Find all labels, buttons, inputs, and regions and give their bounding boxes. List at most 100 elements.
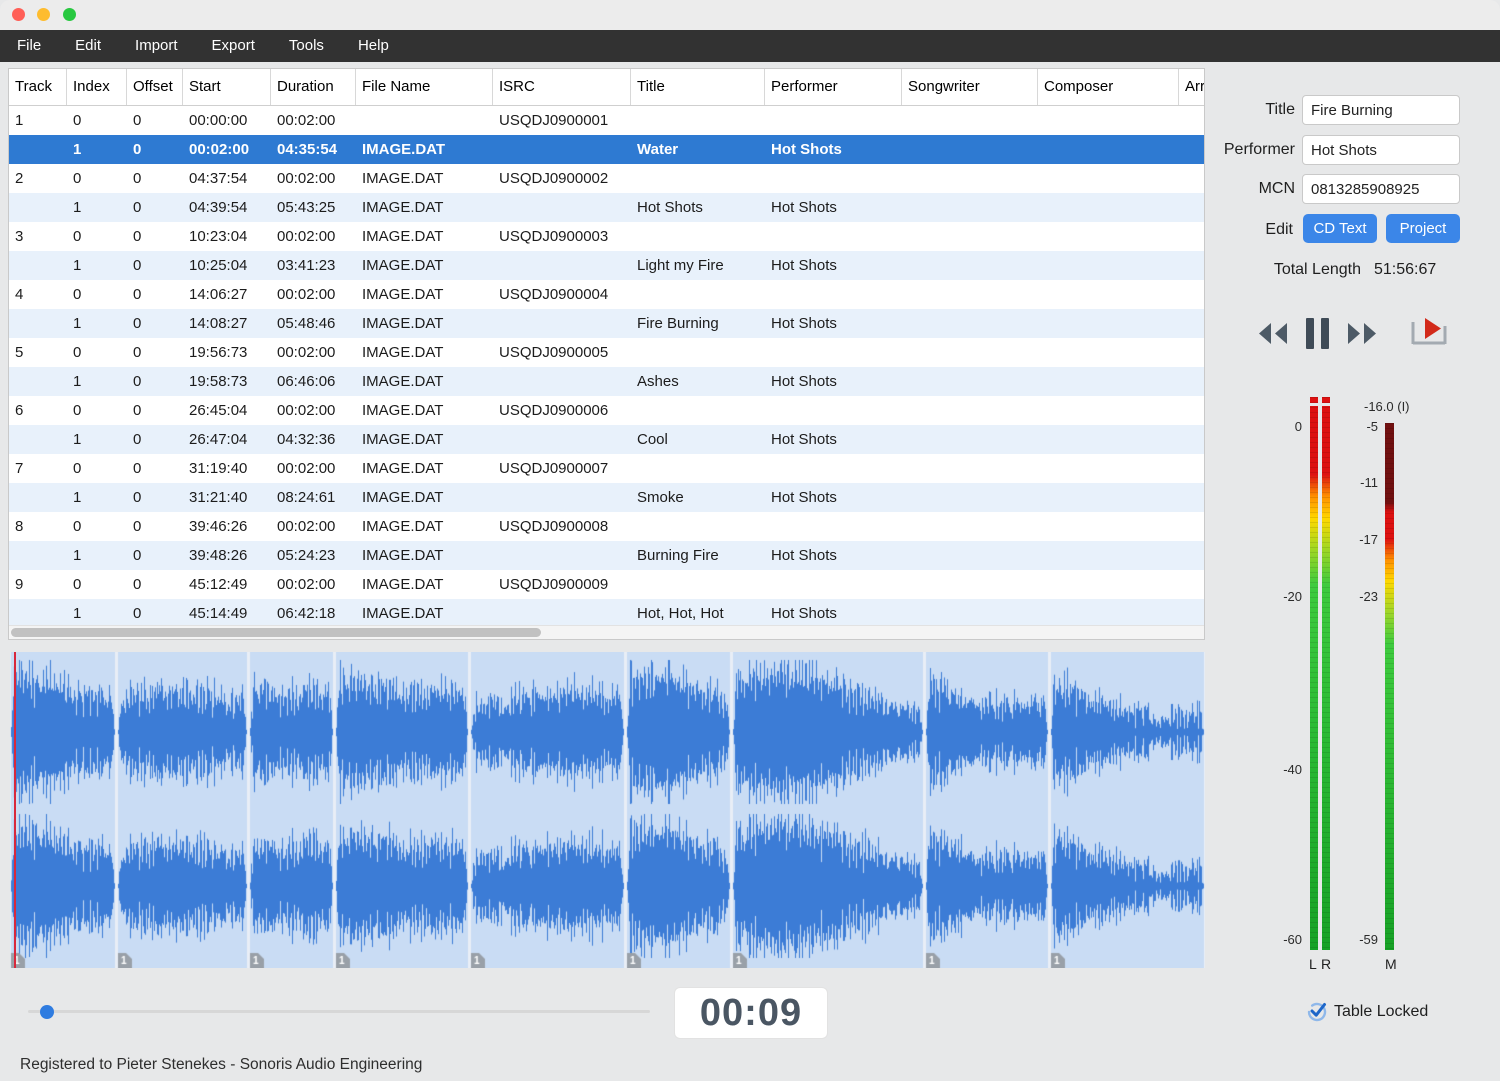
cell-arr xyxy=(1179,280,1205,309)
cd-text-button[interactable]: CD Text xyxy=(1303,214,1377,243)
cell-index: 0 xyxy=(67,164,127,193)
menu-export[interactable]: Export xyxy=(195,30,272,62)
cell-file_name: IMAGE.DAT xyxy=(356,338,493,367)
table-row[interactable]: 1039:48:2605:24:23IMAGE.DATBurning FireH… xyxy=(9,541,1204,570)
cell-file_name: IMAGE.DAT xyxy=(356,193,493,222)
cell-isrc xyxy=(493,135,631,164)
close-button[interactable] xyxy=(12,8,25,21)
minimize-button[interactable] xyxy=(37,8,50,21)
cell-title xyxy=(631,512,765,541)
cell-composer xyxy=(1038,251,1179,280)
cell-duration: 00:02:00 xyxy=(271,106,356,135)
mcn-input[interactable] xyxy=(1302,174,1460,204)
cell-track xyxy=(9,367,67,396)
pause-button[interactable] xyxy=(1306,318,1330,349)
waveform-display[interactable] xyxy=(10,652,1205,968)
table-row[interactable]: 1000:02:0004:35:54IMAGE.DATWaterHot Shot… xyxy=(9,135,1204,164)
performer-input[interactable] xyxy=(1302,135,1460,165)
fast-forward-button[interactable] xyxy=(1347,321,1378,346)
cell-offset: 0 xyxy=(127,251,183,280)
position-slider-thumb[interactable] xyxy=(40,1005,54,1019)
cell-songwriter xyxy=(902,193,1038,222)
cell-songwriter xyxy=(902,164,1038,193)
cell-arr xyxy=(1179,222,1205,251)
checkmark-icon xyxy=(1306,1000,1328,1022)
table-row[interactable]: 60026:45:0400:02:00IMAGE.DATUSQDJ0900006 xyxy=(9,396,1204,425)
cell-start: 45:14:49 xyxy=(183,599,271,628)
column-header-track[interactable]: Track xyxy=(9,69,67,105)
menu-help[interactable]: Help xyxy=(341,30,406,62)
cell-arr xyxy=(1179,454,1205,483)
cell-title: Light my Fire xyxy=(631,251,765,280)
cell-offset: 0 xyxy=(127,338,183,367)
scrollbar-thumb[interactable] xyxy=(11,628,541,637)
table-row[interactable]: 80039:46:2600:02:00IMAGE.DATUSQDJ0900008 xyxy=(9,512,1204,541)
table-row[interactable]: 1004:39:5405:43:25IMAGE.DATHot ShotsHot … xyxy=(9,193,1204,222)
table-row[interactable]: 10000:00:0000:02:00USQDJ0900001 xyxy=(9,106,1204,135)
horizontal-scrollbar[interactable] xyxy=(9,625,1204,639)
cell-isrc: USQDJ0900002 xyxy=(493,164,631,193)
table-locked-checkbox[interactable] xyxy=(1306,1000,1328,1022)
column-header-composer[interactable]: Composer xyxy=(1038,69,1179,105)
table-row[interactable]: 40014:06:2700:02:00IMAGE.DATUSQDJ0900004 xyxy=(9,280,1204,309)
cell-duration: 00:02:00 xyxy=(271,512,356,541)
column-header-index[interactable]: Index xyxy=(67,69,127,105)
cell-arr xyxy=(1179,599,1205,628)
table-row[interactable]: 1014:08:2705:48:46IMAGE.DATFire BurningH… xyxy=(9,309,1204,338)
cell-file_name: IMAGE.DAT xyxy=(356,570,493,599)
table-row[interactable]: 1010:25:0403:41:23IMAGE.DATLight my Fire… xyxy=(9,251,1204,280)
menu-file[interactable]: File xyxy=(0,30,58,62)
play-from-marker-button[interactable] xyxy=(1408,315,1450,351)
table-row[interactable]: 90045:12:4900:02:00IMAGE.DATUSQDJ0900009 xyxy=(9,570,1204,599)
waveform-canvas[interactable] xyxy=(10,652,1205,968)
table-row[interactable]: 1045:14:4906:42:18IMAGE.DATHot, Hot, Hot… xyxy=(9,599,1204,628)
cell-track: 5 xyxy=(9,338,67,367)
column-header-file-name[interactable]: File Name xyxy=(356,69,493,105)
table-row[interactable]: 1031:21:4008:24:61IMAGE.DATSmokeHot Shot… xyxy=(9,483,1204,512)
column-header-isrc[interactable]: ISRC xyxy=(493,69,631,105)
cell-composer xyxy=(1038,396,1179,425)
table-row[interactable]: 1026:47:0404:32:36IMAGE.DATCoolHot Shots xyxy=(9,425,1204,454)
menu-tools[interactable]: Tools xyxy=(272,30,341,62)
table-header: TrackIndexOffsetStartDurationFile NameIS… xyxy=(9,69,1204,106)
rewind-button[interactable] xyxy=(1257,321,1288,346)
cell-composer xyxy=(1038,425,1179,454)
cell-title: Ashes xyxy=(631,367,765,396)
cell-composer xyxy=(1038,541,1179,570)
table-row[interactable]: 30010:23:0400:02:00IMAGE.DATUSQDJ0900003 xyxy=(9,222,1204,251)
cell-index: 1 xyxy=(67,483,127,512)
column-header-duration[interactable]: Duration xyxy=(271,69,356,105)
cell-track: 6 xyxy=(9,396,67,425)
menu-import[interactable]: Import xyxy=(118,30,195,62)
cell-track xyxy=(9,309,67,338)
column-header-arr[interactable]: Arr xyxy=(1179,69,1205,105)
column-header-title[interactable]: Title xyxy=(631,69,765,105)
cell-start: 04:39:54 xyxy=(183,193,271,222)
position-slider[interactable] xyxy=(28,1010,650,1013)
zoom-button[interactable] xyxy=(63,8,76,21)
project-button[interactable]: Project xyxy=(1386,214,1460,243)
total-length-value: 51:56:67 xyxy=(1374,261,1436,279)
menu-edit[interactable]: Edit xyxy=(58,30,118,62)
cell-isrc: USQDJ0900006 xyxy=(493,396,631,425)
table-row[interactable]: 20004:37:5400:02:00IMAGE.DATUSQDJ0900002 xyxy=(9,164,1204,193)
cell-composer xyxy=(1038,280,1179,309)
cell-isrc: USQDJ0900005 xyxy=(493,338,631,367)
column-header-start[interactable]: Start xyxy=(183,69,271,105)
cell-isrc: USQDJ0900001 xyxy=(493,106,631,135)
cell-duration: 00:02:00 xyxy=(271,396,356,425)
table-row[interactable]: 1019:58:7306:46:06IMAGE.DATAshesHot Shot… xyxy=(9,367,1204,396)
table-row[interactable]: 50019:56:7300:02:00IMAGE.DATUSQDJ0900005 xyxy=(9,338,1204,367)
cell-offset: 0 xyxy=(127,135,183,164)
cell-offset: 0 xyxy=(127,483,183,512)
column-header-performer[interactable]: Performer xyxy=(765,69,902,105)
cell-title: Water xyxy=(631,135,765,164)
db-scale-60: -60 xyxy=(1283,932,1302,947)
cell-offset: 0 xyxy=(127,541,183,570)
cell-arr xyxy=(1179,106,1205,135)
table-row[interactable]: 70031:19:4000:02:00IMAGE.DATUSQDJ0900007 xyxy=(9,454,1204,483)
column-header-offset[interactable]: Offset xyxy=(127,69,183,105)
title-input[interactable] xyxy=(1302,95,1460,125)
column-header-songwriter[interactable]: Songwriter xyxy=(902,69,1038,105)
cell-start: 10:23:04 xyxy=(183,222,271,251)
